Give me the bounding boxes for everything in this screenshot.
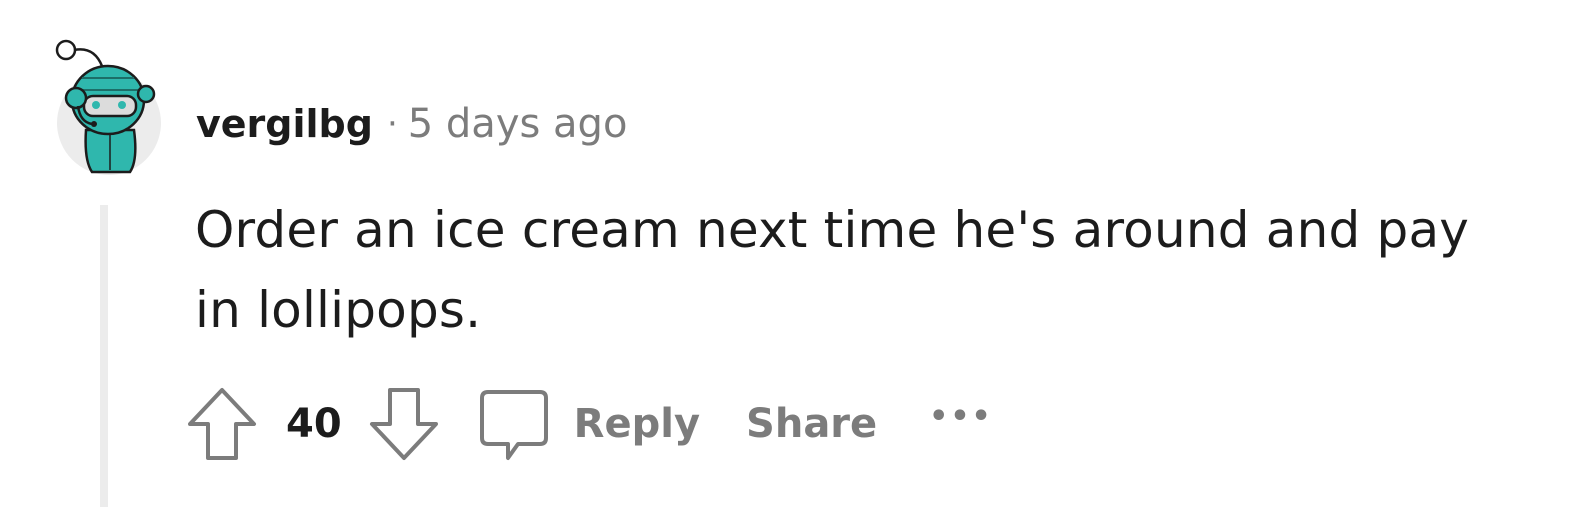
share-button[interactable]: Share (746, 401, 877, 447)
comment-actions: 40 Reply Share ••• (186, 386, 993, 462)
comment-body: Order an ice cream next time he's around… (195, 201, 1470, 339)
downvote-button[interactable] (368, 386, 440, 462)
reply-icon-button[interactable] (478, 386, 550, 462)
more-options-button[interactable]: ••• (929, 399, 993, 434)
avatar-snoo-icon (55, 39, 161, 175)
arrow-down-icon (369, 388, 438, 460)
comment-meta: vergilbg · 5 days ago (196, 96, 627, 152)
user-avatar[interactable] (54, 38, 164, 178)
arrow-up-icon (188, 388, 256, 460)
meta-separator: · (386, 104, 398, 144)
author-username[interactable]: vergilbg (196, 102, 373, 146)
comment: vergilbg · 5 days ago Order an ice cream… (0, 0, 1595, 507)
vote-count: 40 (286, 401, 342, 447)
thread-line[interactable] (100, 205, 108, 507)
speech-bubble-icon (479, 390, 548, 460)
comment-timestamp[interactable]: 5 days ago (408, 101, 628, 147)
upvote-button[interactable] (186, 386, 258, 462)
reply-button[interactable]: Reply (574, 401, 700, 447)
